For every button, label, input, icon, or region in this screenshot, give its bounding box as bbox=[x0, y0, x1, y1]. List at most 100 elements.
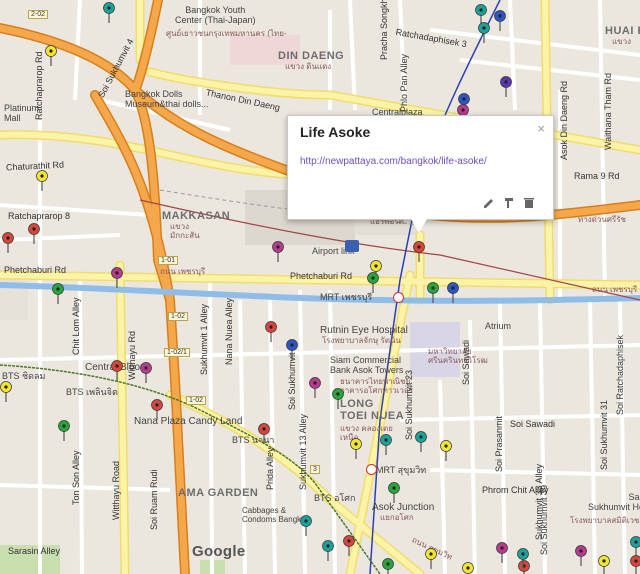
map-pin-marker[interactable] bbox=[425, 548, 437, 570]
map-pin-marker[interactable] bbox=[494, 10, 506, 32]
sukhumvit-13-label: Sukhumvit 13 Alley bbox=[298, 413, 308, 490]
map-pin-marker[interactable] bbox=[440, 440, 452, 462]
soi-sawadi-label: Soi Sawadi bbox=[510, 419, 556, 429]
map-pin-marker[interactable] bbox=[496, 542, 508, 564]
sarasin-alley-label: Sarasin Alley bbox=[8, 546, 61, 556]
map-pin-marker[interactable] bbox=[272, 241, 284, 263]
map-pin-marker[interactable] bbox=[45, 45, 57, 67]
bts-asok-label: BTS อโศก bbox=[314, 493, 356, 503]
mrt-phetchaburi-label: MRT เพชรบุรี bbox=[320, 292, 373, 302]
map-pin-marker[interactable] bbox=[413, 241, 425, 263]
siam-commercial-thai-label: ธนาคารไทยพาณิชย์ อาคารอโศกทาวเวอร์ bbox=[340, 377, 414, 395]
route-shield-3: 3 bbox=[310, 465, 320, 474]
rama-9-thai-label: ทางด่วนศรีรัช bbox=[578, 215, 626, 224]
map-pin-marker[interactable] bbox=[575, 545, 587, 567]
map-pin-marker[interactable] bbox=[28, 223, 40, 245]
map-pin-marker[interactable] bbox=[58, 420, 70, 442]
map-pin-marker[interactable] bbox=[517, 548, 529, 570]
info-window-tail bbox=[411, 219, 427, 233]
siam-commercial-label: Siam Commercial Bank Asok Towers bbox=[330, 355, 404, 375]
map-pin-marker[interactable] bbox=[265, 321, 277, 343]
map-pin-marker[interactable] bbox=[332, 388, 344, 410]
map-pin-marker[interactable] bbox=[427, 282, 439, 304]
close-icon[interactable]: × bbox=[537, 121, 545, 136]
phetchaburi-rd-thai-left-label: ถนน เพชรบุรี bbox=[160, 267, 206, 276]
rama-9-rd-label: Rama 9 Rd bbox=[574, 171, 620, 181]
info-window-link[interactable]: http://newpattaya.com/bangkok/life-asoke… bbox=[300, 156, 487, 167]
route-shield-1-02-b: 1-02 bbox=[186, 396, 207, 405]
map-pin-marker[interactable] bbox=[52, 283, 64, 305]
map-pin-marker[interactable] bbox=[478, 22, 490, 44]
chit-lom-alley-label: Chit Lom Alley bbox=[71, 297, 81, 355]
asok-din-daeng-label: Asok Din Daeng Rd bbox=[559, 80, 569, 160]
bangkok-youth-center-label: Bangkok Youth Center (Thai-Japan) bbox=[175, 5, 256, 25]
edit-pencil-icon[interactable] bbox=[483, 196, 495, 208]
map-pin-marker[interactable] bbox=[388, 482, 400, 504]
map-pin-marker[interactable] bbox=[415, 431, 427, 453]
map-pin-marker[interactable] bbox=[103, 2, 115, 24]
map-canvas[interactable]: MAKKASAN แขวง มักกะสัน DIN DAENG แขวง ดิ… bbox=[0, 0, 640, 574]
route-shield-1-02: 1-02 bbox=[168, 312, 189, 321]
map-pin-marker[interactable] bbox=[382, 558, 394, 574]
map-pin-marker[interactable] bbox=[111, 360, 123, 382]
map-pin-marker[interactable] bbox=[462, 562, 474, 574]
map-pin-marker[interactable] bbox=[286, 339, 298, 361]
map-pin-marker[interactable] bbox=[500, 76, 512, 98]
atrium-label: Atrium bbox=[485, 321, 512, 331]
style-paint-icon[interactable] bbox=[503, 196, 515, 208]
district-makkasan-label: MAKKASAN bbox=[162, 210, 231, 222]
map-pin-marker[interactable] bbox=[300, 515, 312, 537]
phetchaburi-rd-thai-right-label: ถนน เพชรบุรี bbox=[592, 285, 638, 294]
soi-sawadi-vert-label: Soi Sawadi bbox=[461, 339, 471, 385]
witthayu-rd-label: Witthayu Rd bbox=[127, 330, 137, 380]
map-pin-marker[interactable] bbox=[630, 555, 640, 574]
sukhumvit-1-label: Sukhumvit 1 Alley bbox=[199, 303, 209, 375]
map-pin-marker[interactable] bbox=[36, 170, 48, 192]
route-shield-2-02: 2-02 bbox=[28, 10, 49, 19]
map-pin-marker[interactable] bbox=[367, 272, 379, 294]
rutnin-eye-thai-label: โรงพยาบาลจักษุ รัตนิน bbox=[322, 336, 401, 345]
soi-prasanmit-label: Soi Prasanmit bbox=[494, 415, 504, 472]
rutnin-eye-label: Rutnin Eye Hospital bbox=[320, 325, 408, 336]
trash-icon[interactable] bbox=[523, 196, 535, 208]
prida-alley-label: Prida Alley bbox=[265, 447, 275, 490]
witthayu-road-label: Witthayu Road bbox=[111, 460, 121, 520]
phlo-pan-alley-label: Phlo Pan Alley bbox=[399, 53, 409, 112]
district-long-toei-nuea-label: LONG TOEI NUEA bbox=[340, 398, 405, 423]
mrt-sukhumvit-label: MRT สุขุมวิท bbox=[376, 465, 427, 475]
map-pin-marker[interactable] bbox=[111, 267, 123, 289]
map-pin-marker[interactable] bbox=[350, 438, 362, 460]
soi-sukhumvit-31-label: Soi Sukhumvit 31 bbox=[599, 399, 609, 470]
mrt-sukhumvit-station-icon bbox=[366, 464, 377, 475]
phetchaburi-rd-left-label: Phetchaburi Rd bbox=[4, 265, 67, 275]
samitivej-thai-label: โรงพยาบาลสมิติเวช สุขุมวิท bbox=[570, 516, 640, 525]
map-pin-marker[interactable] bbox=[258, 423, 270, 445]
map-pin-marker[interactable] bbox=[309, 377, 321, 399]
asok-junction-label: Asok Junction bbox=[372, 502, 435, 513]
mrt-phetchaburi-station-icon bbox=[393, 292, 404, 303]
asok-junction-thai-label: แยกอโศก bbox=[380, 513, 414, 522]
district-ama-garden-label: AMA GARDEN bbox=[178, 487, 259, 499]
bangkok-youth-center-thai-label: ศูนย์เยาวชนกรุงเทพมหานคร (ไทย- bbox=[166, 29, 287, 38]
waithana-tham-rd-label: Waithana Tham Rd bbox=[603, 72, 613, 150]
map-pin-marker[interactable] bbox=[447, 282, 459, 304]
samitivej-label: Samitivej Sukhumvit Hospital bbox=[588, 492, 640, 512]
pracha-songkhro-label: Pracha Songkhro bbox=[379, 0, 389, 60]
map-pin-marker[interactable] bbox=[0, 381, 12, 403]
map-pin-marker[interactable] bbox=[598, 555, 610, 574]
soi-sukhumvit-39-label: Soi Sukhumvit 39 bbox=[539, 484, 549, 555]
nana-nuea-label: Nana Nuea Alley bbox=[224, 297, 234, 365]
bts-phloen-chit-label: BTS เพลินจิต bbox=[66, 387, 118, 397]
map-pin-marker[interactable] bbox=[151, 399, 163, 421]
phetchaburi-rd-mid-label: Phetchaburi Rd bbox=[290, 271, 353, 281]
district-makkasan-thai-label: แขวง มักกะสัน bbox=[170, 222, 200, 240]
map-pin-marker[interactable] bbox=[343, 535, 355, 557]
ratchaprarop-rd-label: Ratchaprarop Rd bbox=[34, 51, 44, 120]
map-pin-marker[interactable] bbox=[380, 434, 392, 456]
map-pin-marker[interactable] bbox=[2, 232, 14, 254]
soi-ruam-rudi-label: Soi Ruam Rudi bbox=[149, 469, 159, 530]
map-pin-marker[interactable] bbox=[322, 540, 334, 562]
ratchaprarop-8-label: Ratchaprarop 8 bbox=[8, 211, 71, 221]
soi-sukhumvit-23-label: Soi Sukhumvit 23 bbox=[404, 369, 414, 440]
map-pin-marker[interactable] bbox=[140, 362, 152, 384]
